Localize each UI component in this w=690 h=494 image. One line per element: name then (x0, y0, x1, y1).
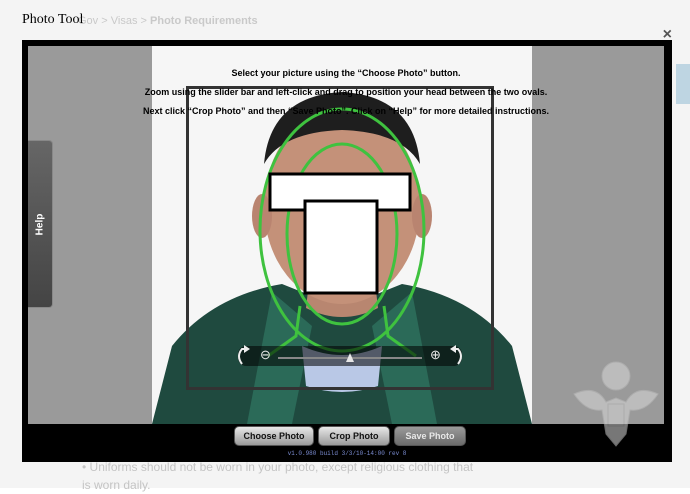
background-bullet-text: Uniforms should not be worn in your phot… (82, 460, 474, 492)
great-seal-icon (573, 361, 659, 447)
breadcrumb-sep: > (101, 15, 108, 27)
breadcrumb-current: Photo Requirements (150, 15, 258, 27)
zoom-out-icon[interactable]: ⊖ (260, 347, 271, 363)
instruction-line-2: Zoom using the slider bar and left-click… (144, 87, 548, 97)
help-tab-label: Help (34, 213, 46, 235)
instruction-line-1: Select your picture using the “Choose Ph… (231, 68, 461, 78)
breadcrumb-sep: > (140, 15, 147, 27)
save-photo-button[interactable]: Save Photo (394, 426, 466, 446)
zoom-in-icon[interactable]: ⊕ (430, 347, 441, 363)
zoom-slider[interactable] (238, 346, 462, 366)
rotate-right-icon[interactable] (444, 344, 466, 368)
version-label: v1.0.980 build 3/3/10-14:00 rev 8 (287, 450, 407, 457)
background-right-strip (676, 64, 690, 104)
dialog-title: Photo Tool (22, 12, 84, 27)
breadcrumb-visas[interactable]: Visas (111, 15, 138, 27)
background-bullet: • Uniforms should not be worn in your ph… (82, 460, 474, 492)
zoom-slider-panel: ⊖ ⊕ (238, 346, 462, 366)
instruction-line-3: Next click “Crop Photo” and then “Save P… (142, 106, 550, 116)
help-tab[interactable]: Help (28, 140, 53, 308)
rotate-left-icon[interactable] (234, 344, 256, 368)
crop-photo-button[interactable]: Crop Photo (318, 426, 390, 446)
choose-photo-button[interactable]: Choose Photo (234, 426, 314, 446)
breadcrumb: Gov > Visas > Photo Requirements (78, 15, 258, 27)
